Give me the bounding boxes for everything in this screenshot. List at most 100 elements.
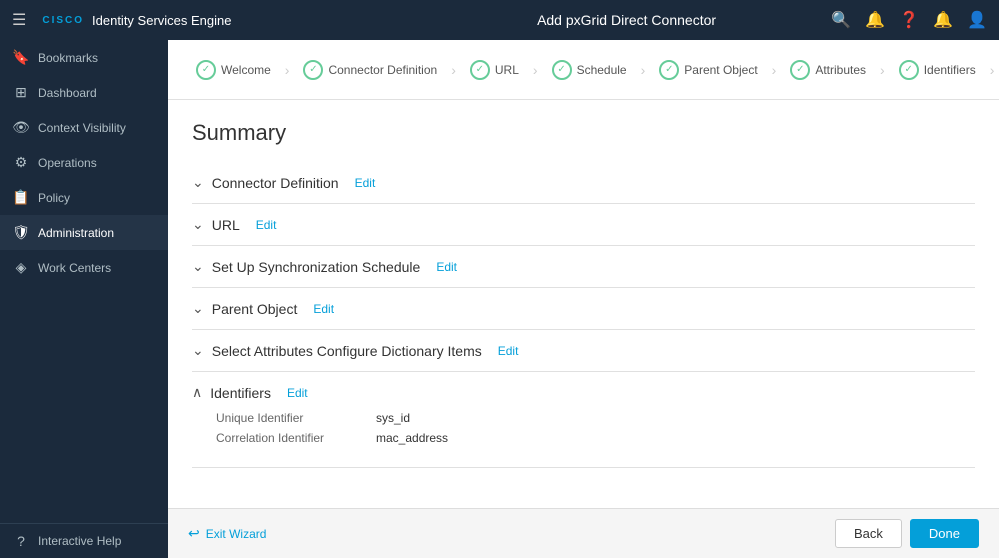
chevron-down-icon: ⌄ [192, 174, 204, 191]
chevron-up-icon: ∧ [192, 384, 202, 401]
exit-wizard-link[interactable]: Exit Wizard [206, 527, 267, 541]
sidebar-item-context-visibility[interactable]: 👁 Context Visibility [0, 110, 168, 145]
sidebar-bottom: ? Interactive Help [0, 523, 168, 558]
edit-sync-link[interactable]: Edit [436, 260, 457, 274]
section-identifiers: ∧ Identifiers Edit Unique Identifier sys… [192, 372, 975, 468]
chevron-down-icon: ⌄ [192, 342, 204, 359]
correlation-identifier-value: mac_address [376, 431, 448, 445]
step-url-circle: ✓ [470, 60, 490, 80]
top-navbar: ☰ CISCO Identity Services Engine Add pxG… [0, 0, 999, 40]
sidebar-item-label: Context Visibility [38, 121, 126, 135]
step-identifiers-label: Identifiers [924, 63, 976, 77]
sidebar-item-label: Interactive Help [38, 534, 121, 548]
step-welcome-label: Welcome [221, 63, 271, 77]
sidebar-item-bookmarks[interactable]: 🔖 Bookmarks [0, 40, 168, 75]
sidebar-item-label: Bookmarks [38, 51, 98, 65]
work-centers-icon: ◈ [12, 259, 30, 276]
step-schedule-label: Schedule [577, 63, 627, 77]
policy-icon: 📋 [12, 189, 30, 206]
correlation-identifier-label: Correlation Identifier [216, 431, 356, 445]
step-sep-5: › [772, 62, 777, 78]
edit-attributes-link[interactable]: Edit [498, 344, 519, 358]
bookmarks-icon: 🔖 [12, 49, 30, 66]
operations-icon: ⚙ [12, 154, 30, 171]
nav-icons: 🔍 🔔 ❓ 🔔 👤 [831, 10, 987, 30]
footer-left: ↩ Exit Wizard [188, 525, 835, 542]
step-identifiers[interactable]: ✓ Identifiers [891, 56, 984, 84]
section-url: ⌄ URL Edit [192, 204, 975, 246]
identifiers-body: Unique Identifier sys_id Correlation Ide… [192, 401, 975, 455]
administration-icon: 🛡 [12, 224, 30, 241]
step-connector-definition[interactable]: ✓ Connector Definition [295, 56, 445, 84]
accordion-header-attributes[interactable]: ⌄ Select Attributes Configure Dictionary… [192, 342, 975, 359]
sidebar-item-policy[interactable]: 📋 Policy [0, 180, 168, 215]
step-parent-object[interactable]: ✓ Parent Object [651, 56, 765, 84]
dashboard-icon: ⊞ [12, 84, 30, 101]
page-content: Summary ⌄ Connector Definition Edit ⌄ UR… [168, 100, 999, 508]
sidebar-item-label: Operations [38, 156, 97, 170]
section-title-parent: Parent Object [212, 301, 298, 317]
step-sep-2: › [451, 62, 456, 78]
help-circle-icon: ? [12, 533, 30, 549]
sidebar-item-dashboard[interactable]: ⊞ Dashboard [0, 75, 168, 110]
main-layout: 🔖 Bookmarks ⊞ Dashboard 👁 Context Visibi… [0, 40, 999, 558]
done-button[interactable]: Done [910, 519, 979, 548]
section-title-sync: Set Up Synchronization Schedule [212, 259, 421, 275]
step-parent-circle: ✓ [659, 60, 679, 80]
sidebar-item-work-centers[interactable]: ◈ Work Centers [0, 250, 168, 285]
step-sep-4: › [641, 62, 646, 78]
step-connector-label: Connector Definition [328, 63, 437, 77]
sidebar-item-interactive-help[interactable]: ? Interactive Help [0, 524, 168, 558]
sidebar: 🔖 Bookmarks ⊞ Dashboard 👁 Context Visibi… [0, 40, 168, 558]
help-icon[interactable]: ❓ [899, 10, 919, 30]
section-attributes: ⌄ Select Attributes Configure Dictionary… [192, 330, 975, 372]
chevron-down-icon: ⌄ [192, 258, 204, 275]
wizard-steps: ✓ Welcome › ✓ Connector Definition › ✓ U… [168, 40, 999, 100]
search-icon[interactable]: 🔍 [831, 10, 851, 30]
edit-identifiers-link[interactable]: Edit [287, 386, 308, 400]
edit-parent-link[interactable]: Edit [313, 302, 334, 316]
accordion-header-parent[interactable]: ⌄ Parent Object Edit [192, 300, 975, 317]
app-title: Identity Services Engine [92, 13, 231, 28]
unique-identifier-label: Unique Identifier [216, 411, 356, 425]
section-sync-schedule: ⌄ Set Up Synchronization Schedule Edit [192, 246, 975, 288]
chevron-down-icon: ⌄ [192, 300, 204, 317]
step-url[interactable]: ✓ URL [462, 56, 527, 84]
sidebar-item-label: Policy [38, 191, 70, 205]
context-visibility-icon: 👁 [12, 119, 30, 136]
accordion-header-url[interactable]: ⌄ URL Edit [192, 216, 975, 233]
step-schedule-circle: ✓ [552, 60, 572, 80]
accordion-header-identifiers[interactable]: ∧ Identifiers Edit [192, 384, 975, 401]
step-schedule[interactable]: ✓ Schedule [544, 56, 635, 84]
edit-url-link[interactable]: Edit [256, 218, 277, 232]
section-title-attributes: Select Attributes Configure Dictionary I… [212, 343, 482, 359]
step-url-label: URL [495, 63, 519, 77]
back-button[interactable]: Back [835, 519, 902, 548]
section-title-url: URL [212, 217, 240, 233]
exit-wizard-icon: ↩ [188, 525, 200, 542]
section-title-identifiers: Identifiers [210, 385, 271, 401]
accordion-header-sync[interactable]: ⌄ Set Up Synchronization Schedule Edit [192, 258, 975, 275]
step-attributes-label: Attributes [815, 63, 866, 77]
step-sep-7: › [990, 62, 995, 78]
step-sep-6: › [880, 62, 885, 78]
bell-outline-icon[interactable]: 🔔 [865, 10, 885, 30]
sidebar-item-label: Dashboard [38, 86, 97, 100]
step-welcome[interactable]: ✓ Welcome [188, 56, 279, 84]
accordion-header-connector[interactable]: ⌄ Connector Definition Edit [192, 174, 975, 191]
user-icon[interactable]: 👤 [967, 10, 987, 30]
footer: ↩ Exit Wizard Back Done [168, 508, 999, 558]
footer-right: Back Done [835, 519, 979, 548]
sidebar-item-operations[interactable]: ⚙ Operations [0, 145, 168, 180]
sidebar-item-administration[interactable]: 🛡 Administration [0, 215, 168, 250]
edit-connector-link[interactable]: Edit [355, 176, 376, 190]
step-attributes[interactable]: ✓ Attributes [782, 56, 874, 84]
step-sep-1: › [285, 62, 290, 78]
step-welcome-circle: ✓ [196, 60, 216, 80]
menu-icon[interactable]: ☰ [12, 10, 26, 30]
content-area: ✓ Welcome › ✓ Connector Definition › ✓ U… [168, 40, 999, 558]
section-connector-definition: ⌄ Connector Definition Edit [192, 162, 975, 204]
page-title: Summary [192, 120, 975, 146]
alert-icon[interactable]: 🔔 [933, 10, 953, 30]
step-attributes-circle: ✓ [790, 60, 810, 80]
